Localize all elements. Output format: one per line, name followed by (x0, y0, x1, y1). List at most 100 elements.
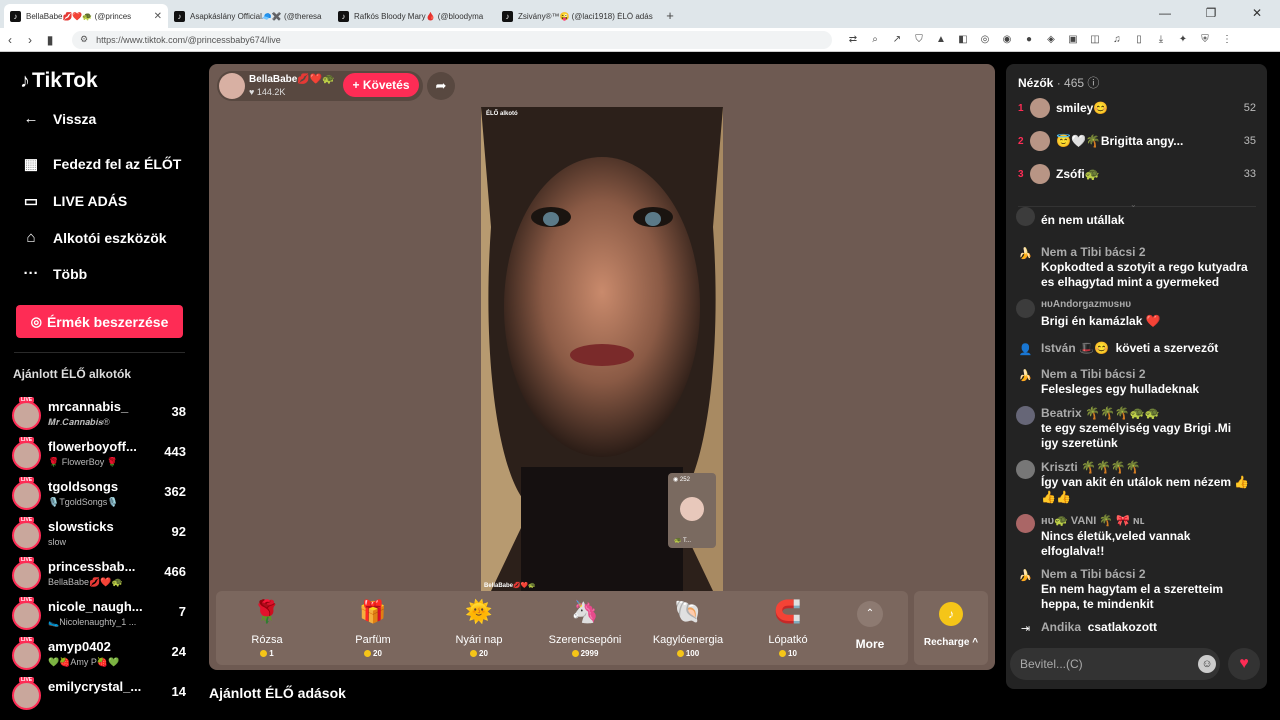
creator-viewer-count: 92 (171, 524, 186, 539)
creator-name: mrcannabis_ (48, 399, 129, 414)
close-window-icon[interactable]: ✕ (1234, 0, 1280, 28)
more-gifts-label: More (855, 637, 885, 651)
live-video[interactable]: ÉLŐ alkotó BellaBabe💋❤️🐢 ◉ 252 🐢 T... (481, 107, 723, 591)
chat-username[interactable]: ʜᴜ🐢 VANI 🌴 🎀 ɴʟ (1041, 514, 1145, 527)
zoom-icon[interactable]: ⌕ (866, 31, 884, 49)
creator-item[interactable]: LIVE mrcannabis_ 𝑴𝒓.𝑪𝒂𝒏𝒏𝒂𝒃𝒊𝒔® 38 (12, 397, 192, 435)
share-page-icon[interactable]: ↗ (888, 31, 906, 49)
guest-pip[interactable]: ◉ 252 🐢 T... (668, 473, 716, 548)
extension-icon[interactable]: ◎ (976, 31, 994, 49)
minimize-icon[interactable]: — (1142, 0, 1188, 28)
chat-text: Nincs életük,veled vannak elfoglalva!! (1041, 529, 1191, 558)
extension-icon[interactable]: ● (1020, 31, 1038, 49)
back-icon[interactable]: ‹ (0, 33, 20, 47)
sidebar-item-creator-tools[interactable]: ⌂ Alkotói eszközök (20, 229, 166, 246)
host-avatar[interactable] (219, 73, 245, 99)
creator-item[interactable]: LIVE nicole_naugh... 🥿Nicolenaughty_1 ..… (12, 597, 192, 635)
browser-tab-4[interactable]: ♪ Zsivány®™😜 (@laci1918) ÉLŐ adás (496, 4, 660, 28)
translate-icon[interactable]: ⇄ (844, 31, 862, 49)
creator-item[interactable]: LIVE emilycrystal_... 14 (12, 677, 192, 715)
browser-tab-3[interactable]: ♪ Rafkós Bloody Mary🩸 (@bloodyma (332, 4, 496, 28)
gift-item-perfume[interactable]: 🎁 Parfüm 20 (333, 591, 413, 665)
extension-icon[interactable]: ◫ (1086, 31, 1104, 49)
extension-icon[interactable]: ▣ (1064, 31, 1082, 49)
download-icon[interactable]: ⤓ (1152, 31, 1170, 49)
top-viewer[interactable]: 2 😇🤍🌴Brigitta angy... 35 (1018, 131, 1258, 155)
creator-item[interactable]: LIVE flowerboyoff... 🌹 FlowerBoy 🌹 443 (12, 437, 192, 475)
chat-text: te egy személyiség vagy Brigi .Mi igy sz… (1041, 421, 1232, 450)
shield-icon[interactable]: ⛨ (1196, 31, 1214, 49)
viewers-header[interactable]: Nézők · 465 ⓘ (1018, 74, 1099, 91)
gift-name: Rózsa (251, 634, 283, 646)
like-heart-button[interactable]: ♥ (1228, 648, 1260, 680)
chat-username[interactable]: Beatrix 🌴🌴🌴🐢🐢 (1041, 406, 1160, 420)
chat-username[interactable]: ʜᴜAndorgazmᴜsʜᴜ (1041, 299, 1131, 310)
viewer-name: Zsófi🐢 (1056, 167, 1100, 181)
gift-item-horseshoe[interactable]: 🧲 Lópatkó 10 (748, 591, 828, 665)
music-icon[interactable]: ♫ (1108, 31, 1126, 49)
shield-icon[interactable]: ⛉ (910, 31, 928, 49)
gift-item-lucky-pony[interactable]: 🦄 Szerencsepóni 2999 (545, 591, 625, 665)
sidebar-item-explore-live[interactable]: ▦ Fedezd fel az ÉLŐT (20, 155, 181, 173)
chat-text: Kopkodted a szotyit a rego kutyadra es e… (1041, 260, 1248, 289)
coin-icon (571, 650, 579, 657)
chat-username[interactable]: Andika (1041, 620, 1081, 634)
extension-icon[interactable]: ◉ (998, 31, 1016, 49)
menu-icon[interactable]: ⋮ (1218, 31, 1236, 49)
chat-text: csatlakozott (1087, 620, 1158, 634)
creator-item[interactable]: LIVE slowsticks slow 92 (12, 517, 192, 555)
gift-price-value: 20 (373, 649, 382, 658)
new-tab-icon[interactable]: + (660, 4, 680, 28)
chat-username[interactable]: Nem a Tibi bácsi 2 (1041, 245, 1146, 259)
gift-item-summer-sun[interactable]: 🌞 Nyári nap 20 (439, 591, 519, 665)
sidebar-item-go-live[interactable]: ▭ LIVE ADÁS (20, 192, 127, 210)
expand-viewers-icon[interactable]: ⌄ (1130, 200, 1137, 209)
address-bar[interactable]: ⚙ https://www.tiktok.com/@princessbaby67… (72, 30, 832, 49)
creator-item[interactable]: LIVE amyp0402 💚🍓Amy P🍓💚 24 (12, 637, 192, 675)
top-viewer[interactable]: 3 Zsófi🐢 33 (1018, 164, 1258, 188)
sidebar-item-back[interactable]: ← Vissza (20, 110, 97, 127)
browser-tab-2[interactable]: ♪ Asapkáslány Official🧢✖️ (@theresa (168, 4, 332, 28)
browser-tab-1[interactable]: ♪ BellaBabe💋❤️🐢 (@princes ✕ (4, 4, 168, 28)
creator-item[interactable]: LIVE tgoldsongs 🎙️TgoldSongs🎙️ 362 (12, 477, 192, 515)
back-arrow-icon: ← (23, 110, 39, 127)
chat-username[interactable]: Nem a Tibi bácsi 2 (1041, 567, 1146, 581)
creator-item[interactable]: LIVE princessbab... BellaBabe💋❤️🐢 466 (12, 557, 192, 595)
tab-label: Zsivány®™😜 (@laci1918) ÉLŐ adás (518, 11, 653, 21)
forward-icon[interactable]: › (20, 33, 40, 47)
tiktok-coin-icon: ♪ (939, 602, 963, 626)
warning-icon[interactable]: ▲ (932, 31, 950, 49)
help-icon[interactable]: ⓘ (1087, 76, 1099, 90)
follow-button[interactable]: + Követés (343, 73, 419, 97)
recharge-button[interactable]: ♪ Recharge ^ (914, 591, 988, 665)
chat-message: ʜᴜAndorgazmᴜsʜᴜ Brigi én kamázlak ❤️ (1014, 299, 1254, 331)
top-viewer[interactable]: 1 smiley😊 52 (1018, 98, 1258, 122)
gift-item-rose[interactable]: 🌹 Rózsa 1 (227, 591, 307, 665)
creator-nickname: 💚🍓Amy P🍓💚 (48, 657, 120, 667)
coin-icon (779, 650, 787, 657)
tiktok-logo[interactable]: ♪ TikTok (20, 69, 98, 93)
extension-icon[interactable]: ◈ (1042, 31, 1060, 49)
share-icon[interactable]: ➦ (427, 72, 455, 100)
close-tab-icon[interactable]: ✕ (154, 11, 162, 22)
more-dots-icon: ··· (23, 265, 39, 282)
sidebar-item-more[interactable]: ··· Több (20, 265, 88, 282)
get-coins-button[interactable]: ◎ Érmék beszerzése (16, 305, 183, 338)
emoji-icon[interactable]: ☺ (1198, 655, 1216, 673)
live-badge: LIVE (19, 677, 35, 683)
more-gifts-button[interactable]: ⌃ More (850, 601, 890, 651)
maximize-icon[interactable]: ❐ (1188, 0, 1234, 28)
bookmark-icon[interactable]: ▮ (40, 33, 60, 47)
chat-input[interactable] (1020, 655, 1180, 673)
tiktok-favicon-icon: ♪ (10, 10, 21, 22)
extension-icon[interactable]: ◧ (954, 31, 972, 49)
chat-username[interactable]: Nem a Tibi bácsi 2 (1041, 367, 1146, 381)
site-settings-icon[interactable]: ⚙ (80, 34, 88, 45)
gift-item-shell-energy[interactable]: 🐚 Kagylóenergia 100 (648, 591, 728, 665)
chat-message: Beatrix 🌴🌴🌴🐢🐢 te egy személyiség vagy Br… (1014, 406, 1254, 452)
sidebar-icon[interactable]: ▯ (1130, 31, 1148, 49)
chat-username[interactable]: Kriszti 🌴🌴🌴🌴 (1041, 460, 1141, 474)
puzzle-icon[interactable]: ✦ (1174, 31, 1192, 49)
chat-username[interactable]: István 🎩😊 (1041, 341, 1109, 355)
gift-bar: 🌹 Rózsa 1 🎁 Parfüm 20 🌞 Nyári nap 20 🦄 S… (216, 591, 908, 665)
